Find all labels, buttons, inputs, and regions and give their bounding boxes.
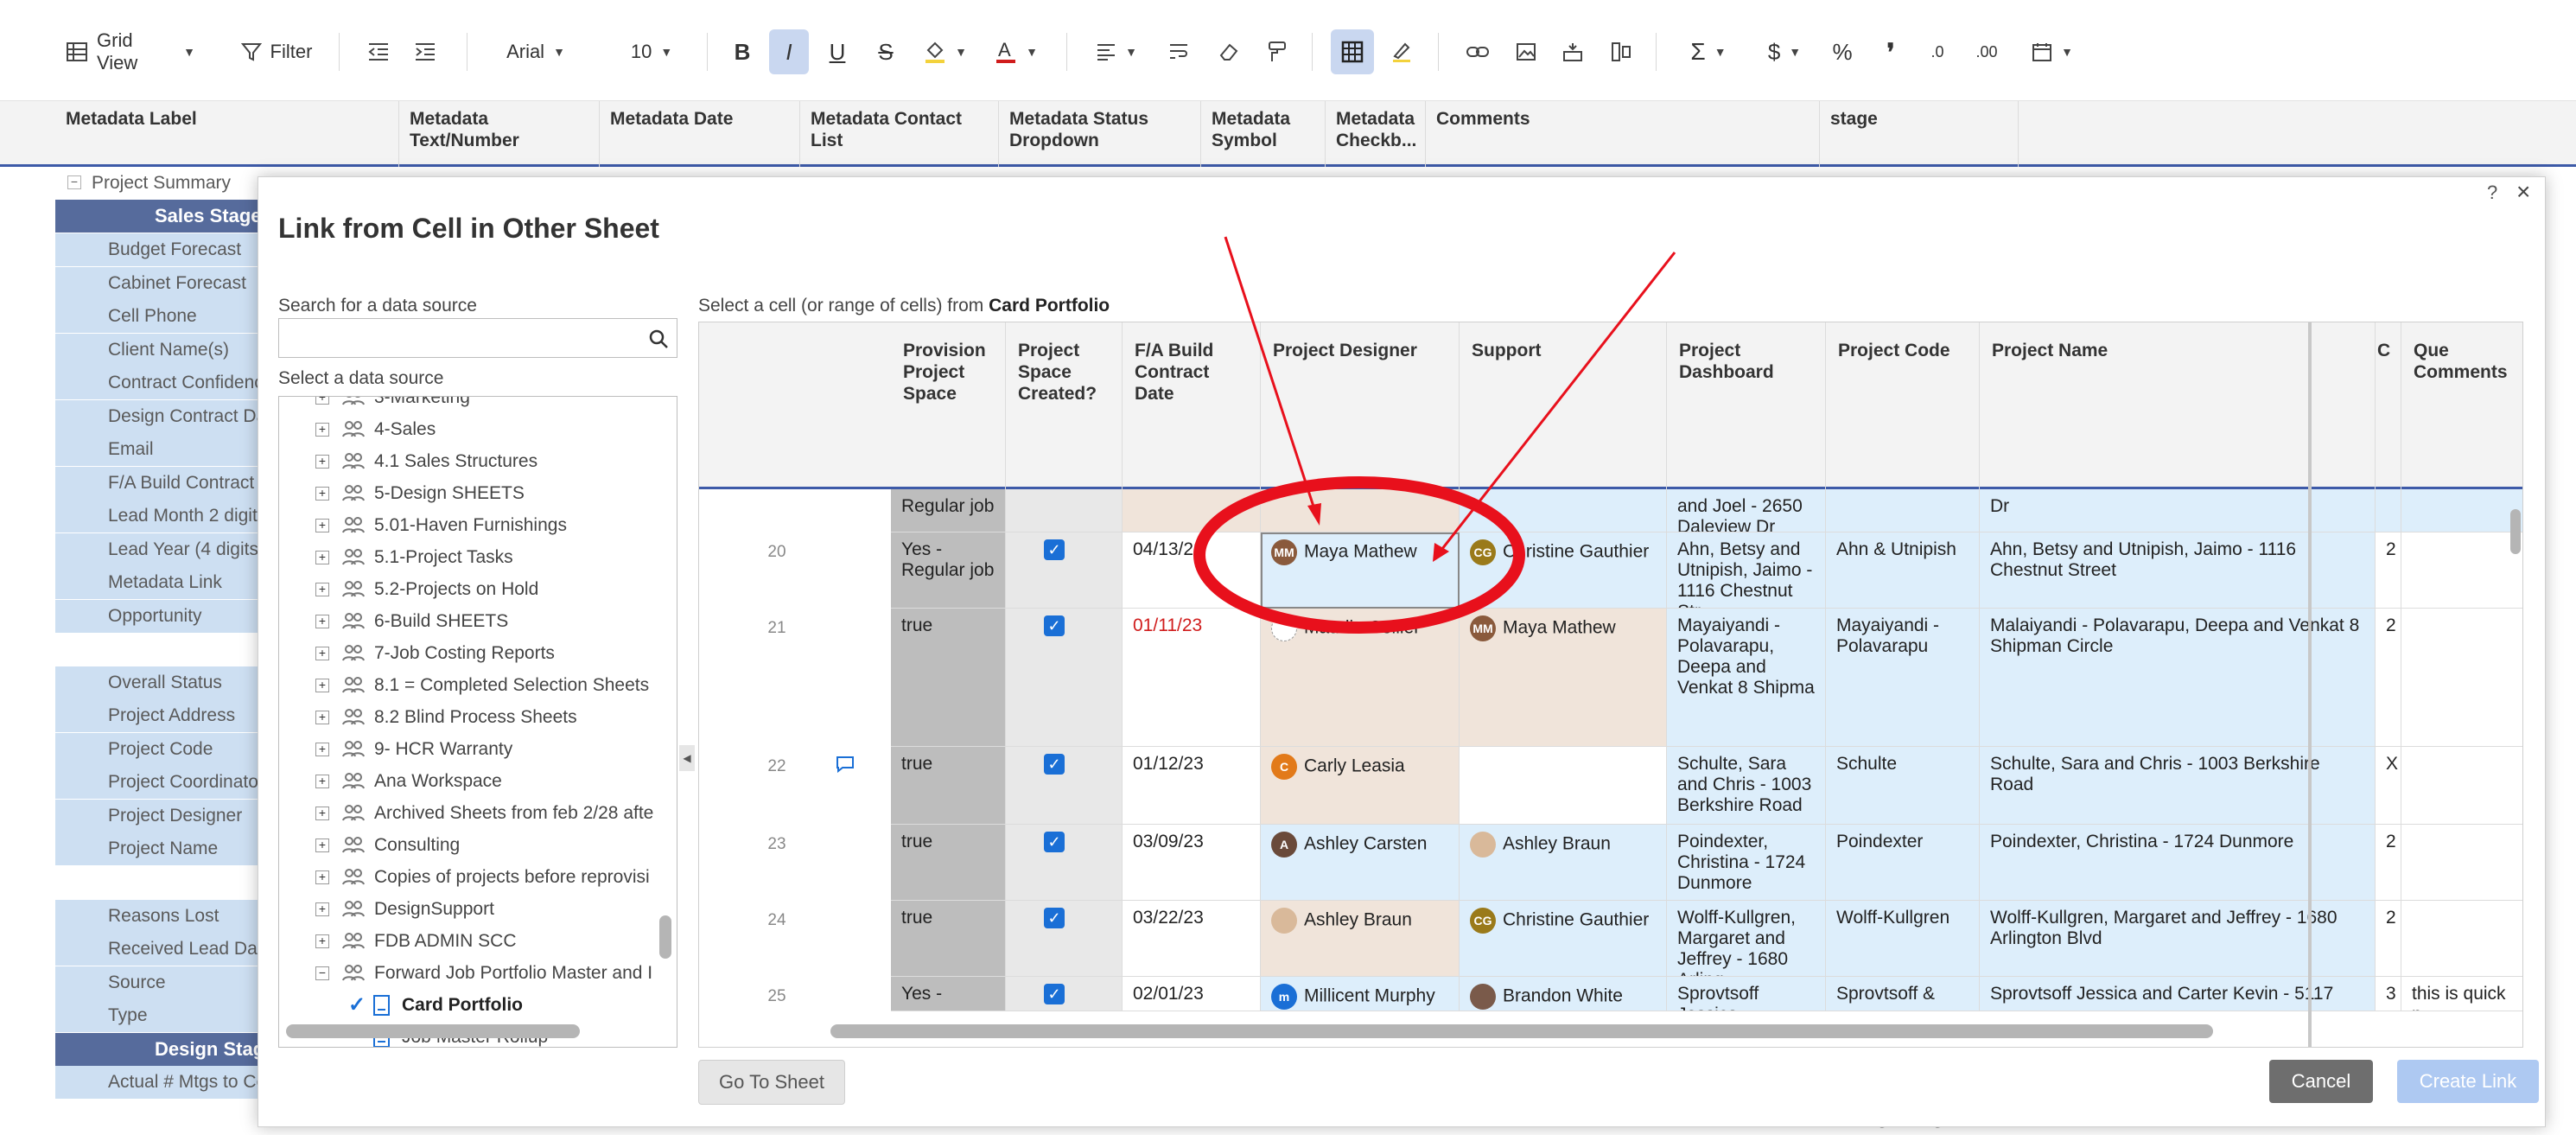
annotation-arrowhead <box>1433 543 1449 562</box>
annotation-arrow <box>1437 252 1676 554</box>
annotation-arrow <box>1224 236 1319 518</box>
annotation-layer <box>1193 236 1676 634</box>
annotation-ellipse <box>1193 476 1525 634</box>
annotation-arrowhead <box>1307 503 1321 526</box>
